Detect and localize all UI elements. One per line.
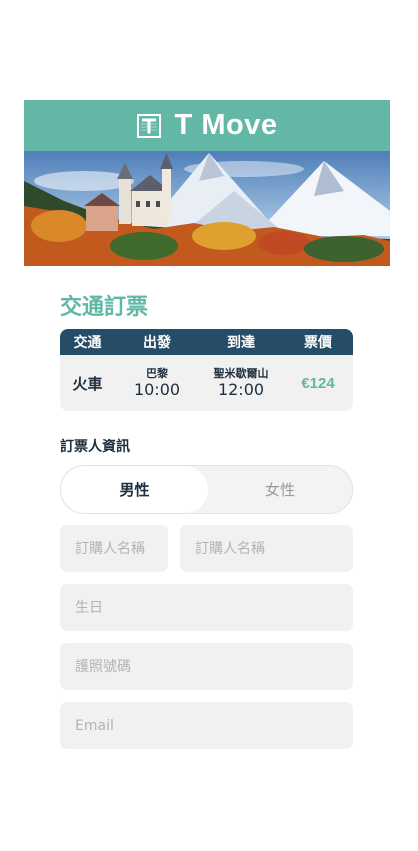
gender-toggle: 男性 女性 (60, 465, 353, 514)
arrival-place: 聖米歇爾山 (213, 367, 269, 380)
column-header-transport: 交通 (73, 335, 102, 351)
booking-section-title: 交通訂票 (60, 295, 149, 320)
app-title: T Move (174, 109, 278, 141)
first-name-field[interactable] (60, 525, 168, 572)
departure-cell: 巴黎 10:00 (115, 367, 199, 399)
column-header-depart: 出發 (143, 335, 171, 351)
passenger-section-title: 訂票人資訊 (60, 439, 130, 455)
birthday-field[interactable] (60, 584, 353, 631)
gender-female-option[interactable]: 女性 (208, 466, 352, 513)
ticket-table: 交通 出發 到達 票價 火車 巴黎 10:00 聖米歇爾山 12:00 €124 (60, 329, 353, 411)
ticket-price: €124 (301, 374, 335, 392)
column-header-price: 票價 (304, 335, 332, 351)
t-logo-icon (136, 113, 161, 138)
last-name-field[interactable] (180, 525, 353, 572)
passport-number-field[interactable] (60, 643, 353, 690)
arrival-cell: 聖米歇爾山 12:00 (199, 367, 283, 399)
app-header: T Move (24, 100, 390, 151)
departure-place: 巴黎 (146, 367, 168, 380)
ticket-table-header: 交通 出發 到達 票價 (60, 329, 353, 355)
column-header-arrive: 到達 (227, 335, 255, 351)
departure-time: 10:00 (133, 380, 181, 399)
email-field[interactable] (60, 702, 353, 749)
table-row: 火車 巴黎 10:00 聖米歇爾山 12:00 €124 (60, 355, 353, 411)
gender-male-option[interactable]: 男性 (61, 466, 208, 513)
arrival-time: 12:00 (217, 380, 265, 399)
transport-mode: 火車 (72, 374, 103, 393)
hero-image (24, 151, 390, 266)
